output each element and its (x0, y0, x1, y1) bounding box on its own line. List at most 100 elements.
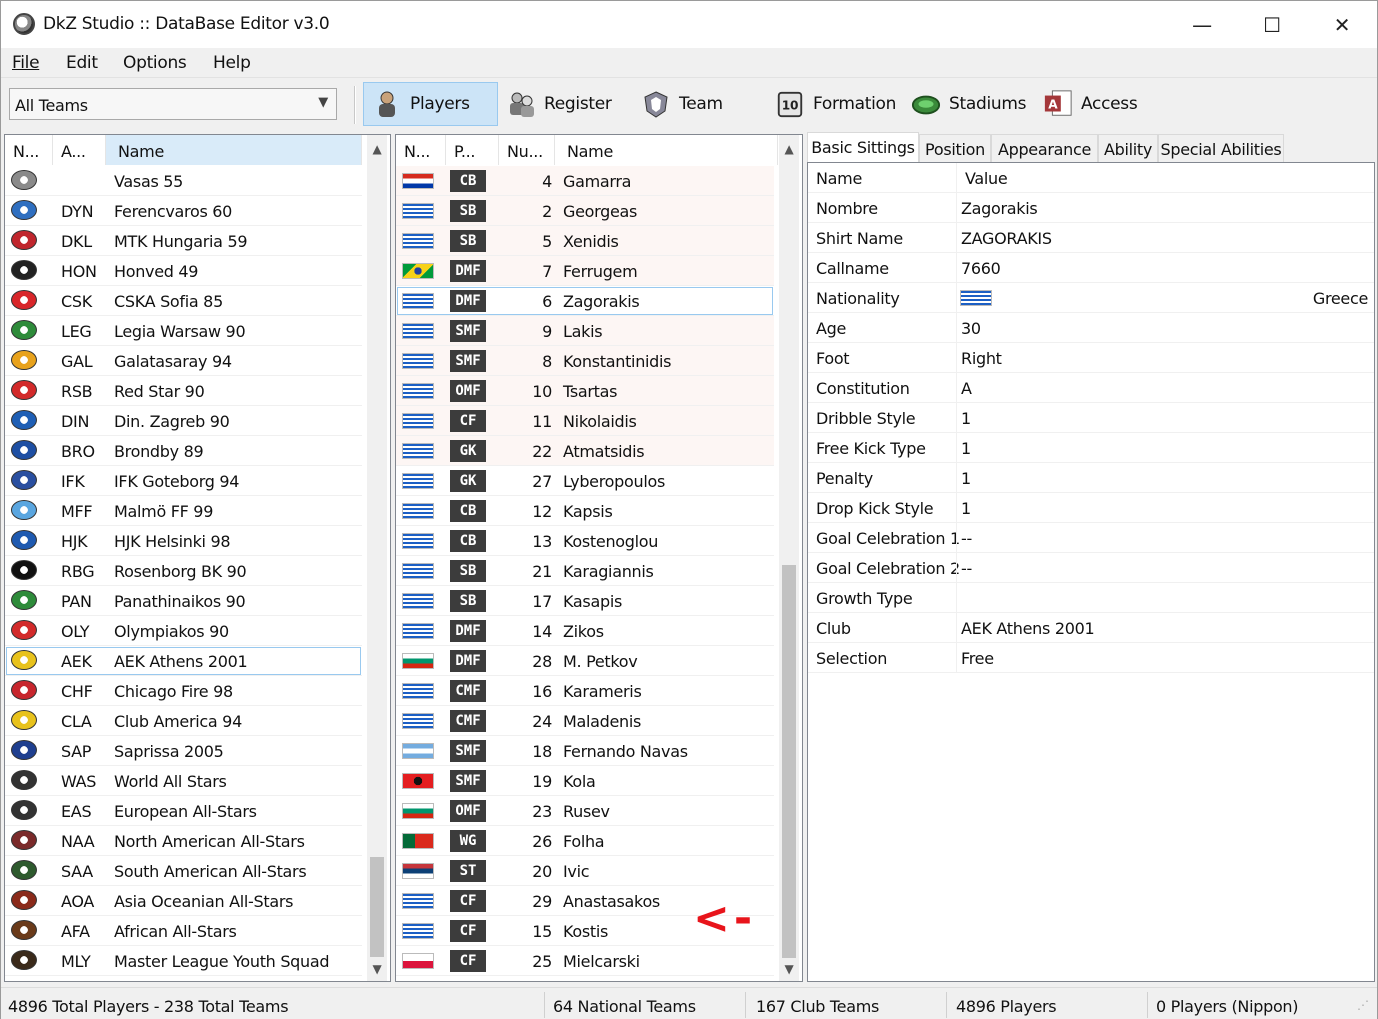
players-col-nation[interactable]: N... (396, 135, 446, 165)
property-row[interactable]: Callname 7660 (808, 253, 1374, 283)
team-row[interactable]: HON Honved 49 (5, 256, 362, 286)
property-value[interactable]: 30 (961, 319, 981, 338)
team-row[interactable]: Vasas 55 (5, 166, 362, 196)
team-row[interactable]: EAS European All-Stars (5, 796, 362, 826)
minimize-button[interactable]: — (1167, 1, 1237, 48)
scroll-up-icon[interactable]: ▲ (367, 139, 387, 159)
tab-position[interactable]: Position (919, 134, 991, 162)
tab-basic-sittings[interactable]: Basic Sittings (807, 132, 919, 162)
property-row[interactable]: Goal Celebration 1 -- (808, 523, 1374, 553)
player-row[interactable]: CB 4 Gamarra (396, 166, 774, 196)
property-row[interactable]: Growth Type (808, 583, 1374, 613)
property-row[interactable]: Dribble Style 1 (808, 403, 1374, 433)
menu-help[interactable]: Help (213, 53, 251, 73)
team-row[interactable]: WAS World All Stars (5, 766, 362, 796)
access-button[interactable]: A Access (1035, 82, 1150, 126)
property-value[interactable]: 1 (961, 409, 971, 428)
teams-list[interactable]: N... A... Name Vasas 55 DYN Ferencvaros 60… (4, 134, 391, 982)
team-row[interactable]: MFF Malmö FF 99 (5, 496, 362, 526)
team-row[interactable]: CSK CSKA Sofia 85 (5, 286, 362, 316)
team-row[interactable]: DIN Din. Zagreb 90 (5, 406, 362, 436)
property-value[interactable]: 7660 (961, 259, 1001, 278)
property-value[interactable]: Greece (1313, 289, 1368, 308)
team-row[interactable]: AEK AEK Athens 2001 (5, 646, 362, 676)
player-row[interactable]: CF 25 Mielcarski (396, 946, 774, 976)
team-row[interactable]: IFK IFK Goteborg 94 (5, 466, 362, 496)
player-properties-grid[interactable]: Name Value Nombre Zagorakis Shirt Name ZAGO… (807, 162, 1375, 982)
property-row[interactable]: Nombre Zagorakis (808, 193, 1374, 223)
tab-special-abilities[interactable]: Special Abilities (1158, 134, 1284, 162)
property-row[interactable]: Age 30 (808, 313, 1374, 343)
team-row[interactable]: AFA African All-Stars (5, 916, 362, 946)
players-scrollbar[interactable]: ▲ ▼ (779, 135, 799, 981)
player-row[interactable]: DMF 14 Zikos (396, 616, 774, 646)
property-row[interactable]: Penalty 1 (808, 463, 1374, 493)
team-row[interactable]: MLY Master League Youth Squad (5, 946, 362, 976)
property-value[interactable]: Right (961, 349, 1002, 368)
team-row[interactable]: DYN Ferencvaros 60 (5, 196, 362, 226)
player-row[interactable]: CMF 16 Karameris (396, 676, 774, 706)
property-value[interactable]: -- (961, 559, 972, 578)
teams-scrollbar[interactable]: ▲ ▼ (367, 135, 387, 981)
team-row[interactable]: GAL Galatasaray 94 (5, 346, 362, 376)
team-row[interactable]: HJK HJK Helsinki 98 (5, 526, 362, 556)
tab-appearance[interactable]: Appearance (991, 134, 1098, 162)
player-row[interactable]: CB 13 Kostenoglou (396, 526, 774, 556)
player-row[interactable]: DMF 7 Ferrugem (396, 256, 774, 286)
scroll-down-icon[interactable]: ▼ (779, 959, 799, 979)
resize-grip-icon[interactable]: ⋰ (1357, 998, 1369, 1012)
team-row[interactable]: BRO Brondby 89 (5, 436, 362, 466)
scroll-up-icon[interactable]: ▲ (779, 139, 799, 159)
player-row[interactable]: SB 21 Karagiannis (396, 556, 774, 586)
team-row[interactable]: DKL MTK Hungaria 59 (5, 226, 362, 256)
property-value[interactable]: 1 (961, 499, 971, 518)
teams-col-logo[interactable]: N... (5, 135, 53, 165)
property-row[interactable]: Selection Free (808, 643, 1374, 673)
team-row[interactable]: NAA North American All-Stars (5, 826, 362, 856)
property-row[interactable]: Goal Celebration 2 -- (808, 553, 1374, 583)
player-row[interactable]: DMF 6 Zagorakis (396, 286, 774, 316)
teams-scroll-thumb[interactable] (370, 857, 384, 957)
player-row[interactable]: CF 11 Nikolaidis (396, 406, 774, 436)
menu-options[interactable]: Options (123, 53, 187, 73)
player-row[interactable]: SB 17 Kasapis (396, 586, 774, 616)
teams-col-name[interactable]: Name (106, 135, 362, 165)
property-row[interactable]: Nationality Greece (808, 283, 1374, 313)
stadiums-button[interactable]: Stadiums (903, 82, 1033, 126)
player-row[interactable]: SB 5 Xenidis (396, 226, 774, 256)
teams-col-abbr[interactable]: A... (53, 135, 106, 165)
player-row[interactable]: GK 22 Atmatsidis (396, 436, 774, 466)
team-row[interactable]: LEG Legia Warsaw 90 (5, 316, 362, 346)
property-value[interactable]: ZAGORAKIS (961, 229, 1052, 248)
tab-ability[interactable]: Ability (1098, 134, 1158, 162)
property-value[interactable]: 1 (961, 469, 971, 488)
property-value[interactable]: AEK Athens 2001 (961, 619, 1095, 638)
close-button[interactable]: ✕ (1307, 1, 1377, 48)
player-row[interactable]: CMF 24 Maladenis (396, 706, 774, 736)
menu-file[interactable]: File (12, 53, 40, 73)
property-row[interactable]: Free Kick Type 1 (808, 433, 1374, 463)
player-row[interactable]: SMF 18 Fernando Navas (396, 736, 774, 766)
team-row[interactable]: SAP Saprissa 2005 (5, 736, 362, 766)
register-button[interactable]: Register (498, 82, 623, 126)
menu-edit[interactable]: Edit (66, 53, 98, 73)
team-filter-dropdown[interactable]: All Teams ▼ (9, 88, 337, 120)
maximize-button[interactable]: ☐ (1237, 1, 1307, 48)
player-row[interactable]: DMF 28 M. Petkov (396, 646, 774, 676)
property-value[interactable]: 1 (961, 439, 971, 458)
player-row[interactable]: CB 12 Kapsis (396, 496, 774, 526)
property-value[interactable]: Free (961, 649, 994, 668)
player-row[interactable]: SMF 8 Konstantinidis (396, 346, 774, 376)
team-row[interactable]: SAA South American All-Stars (5, 856, 362, 886)
player-row[interactable]: GK 27 Lyberopoulos (396, 466, 774, 496)
player-row[interactable]: OMF 10 Tsartas (396, 376, 774, 406)
formation-button[interactable]: 10 Formation (767, 82, 902, 126)
property-row[interactable]: Club AEK Athens 2001 (808, 613, 1374, 643)
player-row[interactable]: SB 2 Georgeas (396, 196, 774, 226)
player-row[interactable]: WG 26 Folha (396, 826, 774, 856)
property-value[interactable]: Zagorakis (961, 199, 1038, 218)
player-row[interactable]: ST 20 Ivic (396, 856, 774, 886)
team-row[interactable]: AOA Asia Oceanian All-Stars (5, 886, 362, 916)
player-row[interactable]: SMF 19 Kola (396, 766, 774, 796)
property-value[interactable]: A (961, 379, 972, 398)
